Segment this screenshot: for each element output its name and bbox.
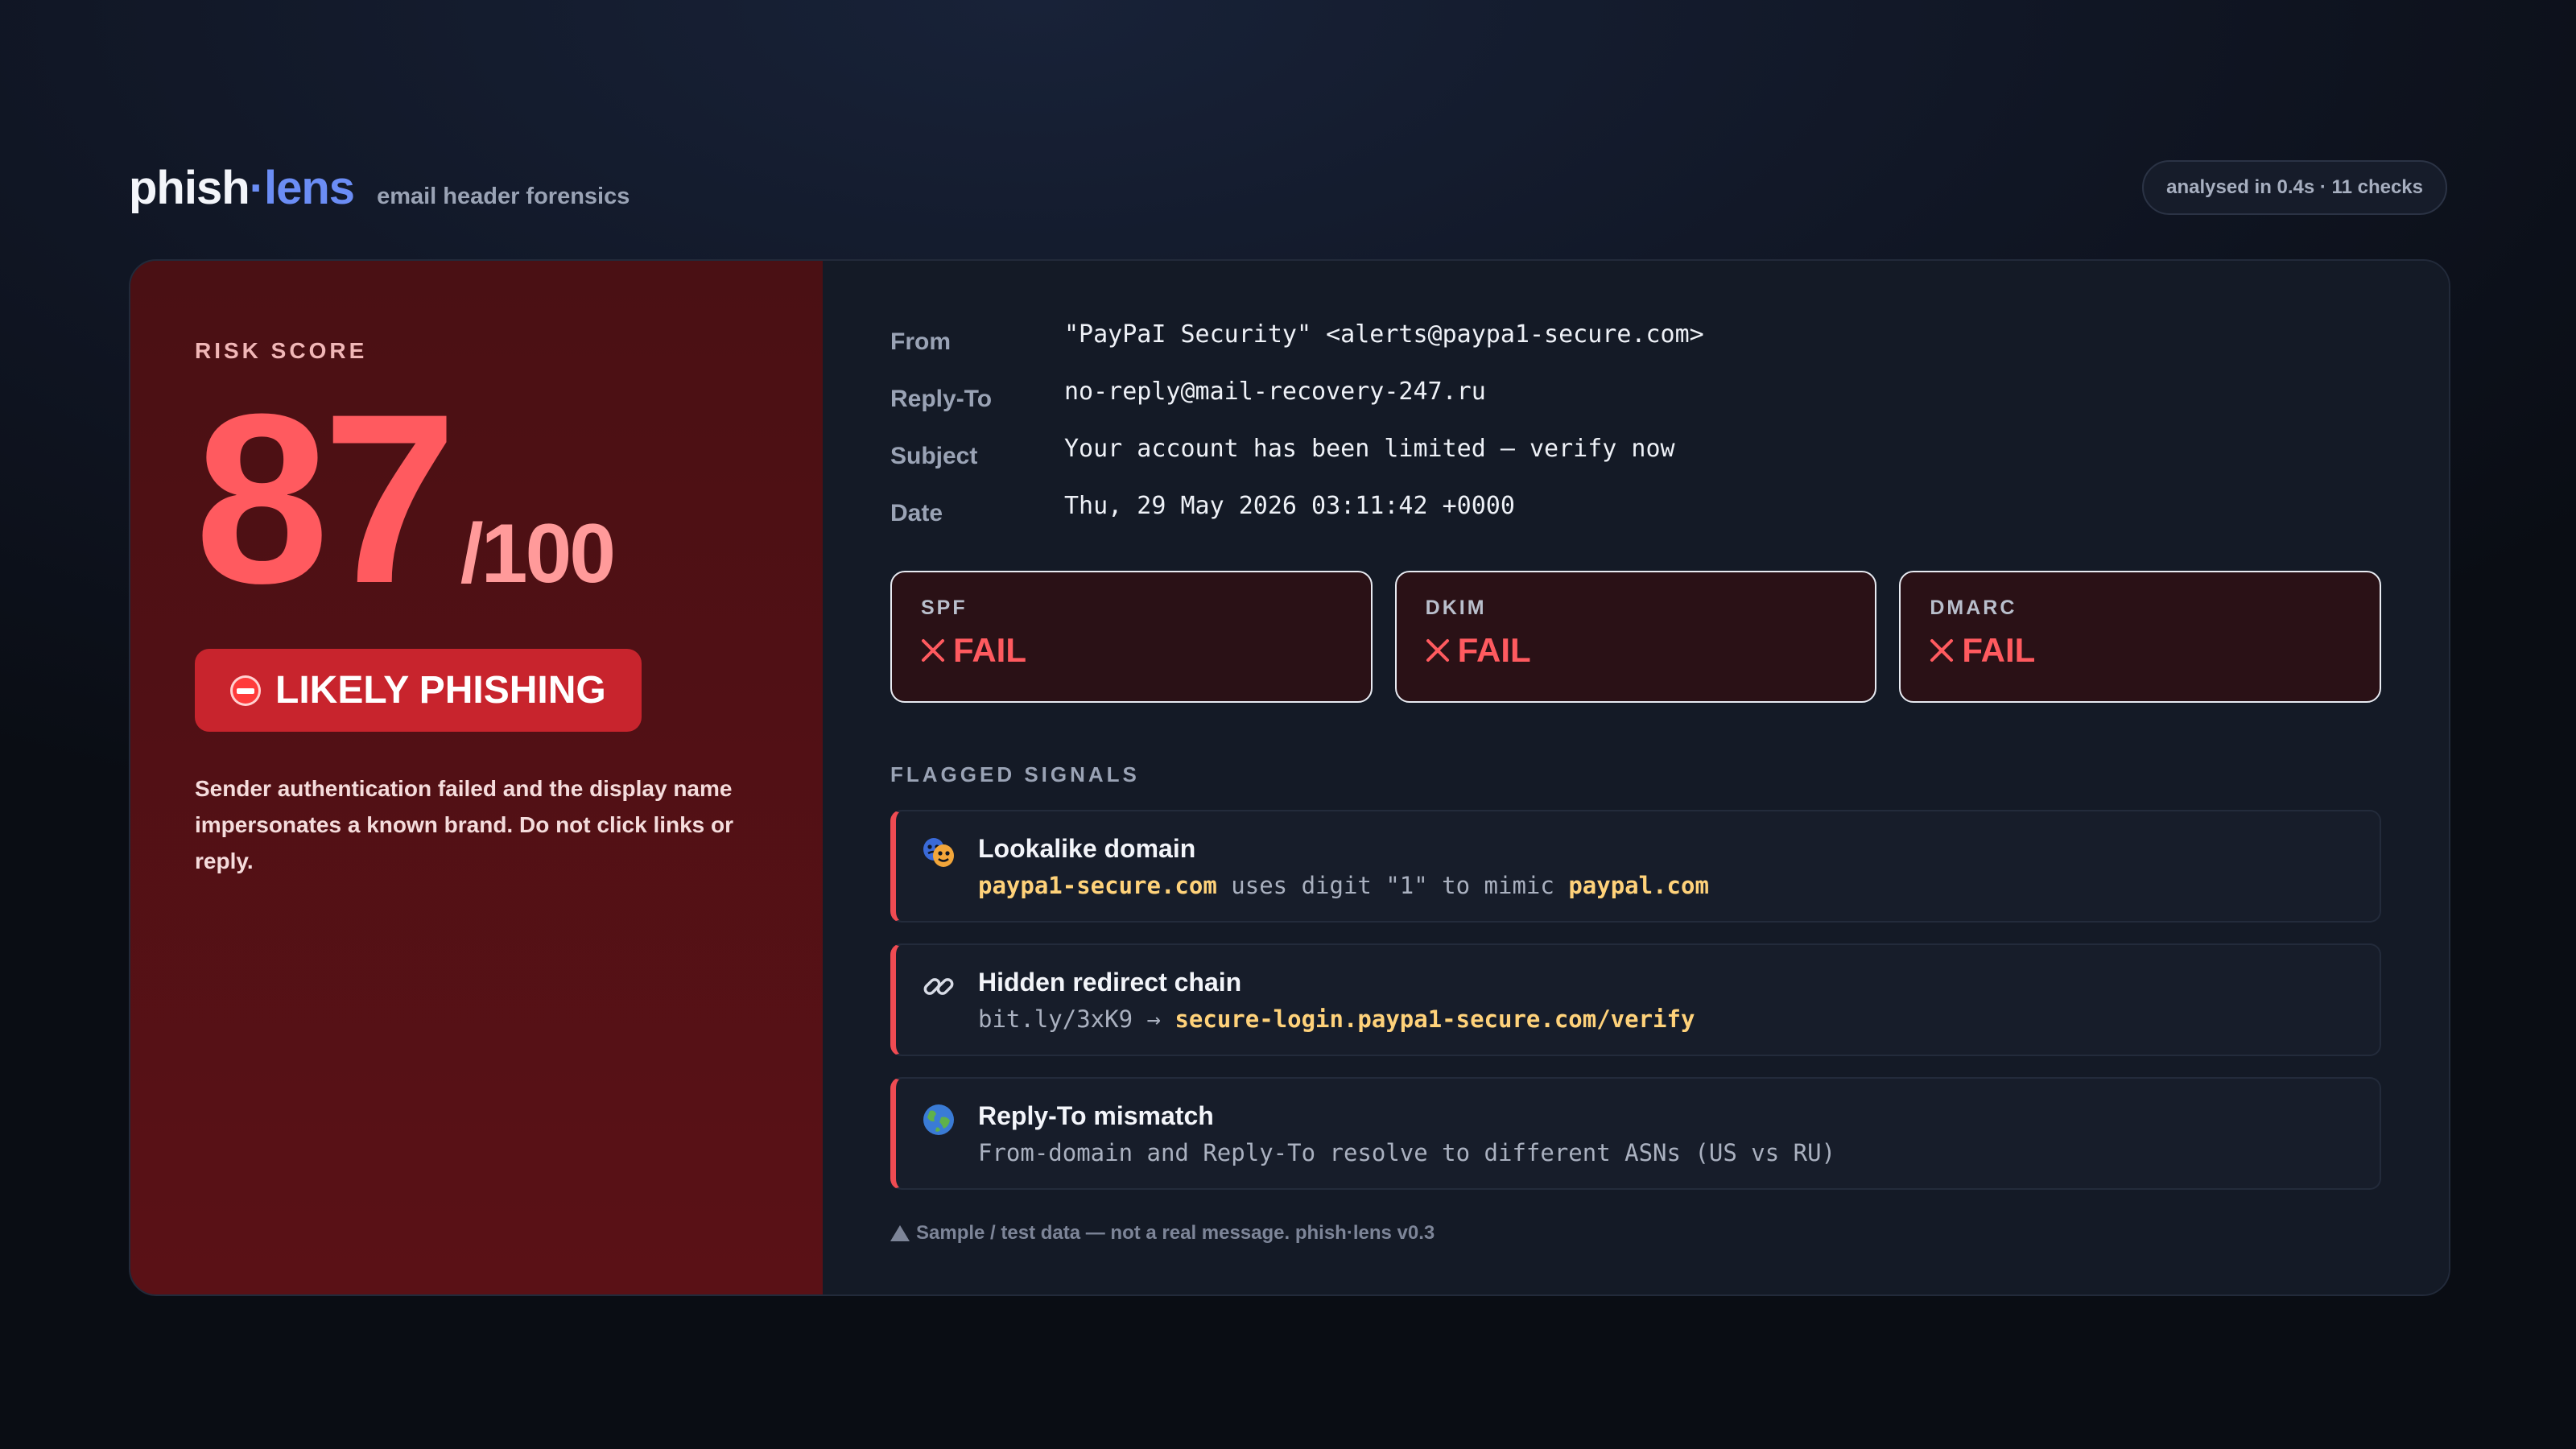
app-tagline: email header forensics: [377, 183, 630, 209]
header-key-subject: Subject: [890, 443, 978, 469]
header-fields: From "PayPaI Security" <alerts@paypa1-se…: [890, 319, 2381, 527]
header-value-from: "PayPaI Security" <alerts@paypa1-secure.…: [1064, 320, 1704, 349]
brand: phish·lens email header forensics: [129, 161, 630, 215]
details-panel: From "PayPaI Security" <alerts@paypa1-se…: [823, 261, 2449, 1294]
header-value-reply-to: no-reply@mail-recovery-247.ru: [1064, 378, 1486, 406]
signal-detail: paypa1-secure.com uses digit "1" to mimi…: [978, 869, 1709, 902]
detail-text: uses digit "1" to mimic: [1216, 872, 1569, 899]
suspicious-domain: paypa1-secure.com: [978, 872, 1217, 899]
short-url: bit.ly/3xK9 →: [978, 1005, 1175, 1033]
auth-label-dkim: DKIM: [1425, 597, 1487, 619]
header-key-from: From: [890, 328, 951, 355]
report-card: RISK SCORE 87 /100 LIKELY PHISHING Sende…: [129, 259, 2450, 1296]
verdict-badge: LIKELY PHISHING: [195, 649, 642, 732]
warning-triangle-icon: [890, 1225, 910, 1241]
header-key-reply-to: Reply-To: [890, 386, 993, 412]
no-entry-icon: [230, 675, 261, 706]
signal-title: Lookalike domain: [978, 834, 1196, 863]
auth-status-text: FAIL: [1962, 631, 2036, 669]
header-key-date: Date: [890, 500, 943, 526]
signal-body: Hidden redirect chain bit.ly/3xK9 → secu…: [978, 966, 1695, 1035]
fail-x-icon: [1930, 638, 1954, 663]
signal-body: Reply-To mismatch From-domain and Reply-…: [978, 1100, 1835, 1169]
header-value-subject: Your account has been limited — verify n…: [1064, 435, 1675, 463]
auth-status-text: FAIL: [953, 631, 1026, 669]
footnote-text: Sample / test data — not a real message.…: [916, 1222, 1435, 1244]
auth-status-dkim: FAIL: [1426, 631, 1847, 670]
signal-body: Lookalike domain paypa1-secure.com uses …: [978, 832, 1709, 902]
signal-detail: From-domain and Reply-To resolve to diff…: [978, 1139, 1836, 1166]
signal-title: Hidden redirect chain: [978, 968, 1242, 997]
signal-reply-to-mismatch[interactable]: Reply-To mismatch From-domain and Reply-…: [890, 1077, 2381, 1190]
auth-status-spf: FAIL: [921, 631, 1342, 670]
risk-score-max: /100: [460, 507, 616, 601]
flagged-signals-list: Lookalike domain paypa1-secure.com uses …: [890, 810, 2381, 1190]
fail-x-icon: [921, 638, 945, 663]
fail-x-icon: [1426, 638, 1450, 663]
signal-title: Reply-To mismatch: [978, 1101, 1214, 1130]
risk-score-label: RISK SCORE: [195, 338, 368, 363]
redirect-target-url: secure-login.paypa1-secure.com/verify: [1174, 1005, 1695, 1033]
logo-text-lens: lens: [264, 161, 355, 214]
auth-card-dkim: DKIM FAIL: [1394, 571, 1877, 703]
risk-score: 87 /100: [195, 363, 758, 634]
signal-lookalike-domain[interactable]: Lookalike domain paypa1-secure.com uses …: [890, 810, 2381, 923]
globe-icon: [920, 1101, 957, 1138]
auth-card-spf: SPF FAIL: [890, 571, 1373, 703]
link-icon: [920, 968, 957, 1005]
logo-dot: ·: [249, 161, 265, 214]
mask-icon: [920, 834, 957, 871]
analysis-meta-badge: analysed in 0.4s · 11 checks: [2142, 160, 2447, 215]
auth-label-dmarc: DMARC: [1930, 597, 2017, 619]
auth-label-spf: SPF: [921, 597, 968, 619]
footnote: Sample / test data — not a real message.…: [890, 1222, 2381, 1245]
auth-status-text: FAIL: [1457, 631, 1531, 669]
auth-card-dmarc: DMARC FAIL: [1899, 571, 2382, 703]
signal-redirect-chain[interactable]: Hidden redirect chain bit.ly/3xK9 → secu…: [890, 943, 2381, 1056]
app-logo: phish·lens: [129, 161, 355, 215]
auth-status-dmarc: FAIL: [1930, 631, 2351, 670]
auth-results: SPF FAIL DKIM FAIL DMARC FAIL: [890, 571, 2382, 703]
app-header: phish·lens email header forensics analys…: [129, 158, 2447, 217]
risk-panel: RISK SCORE 87 /100 LIKELY PHISHING Sende…: [130, 261, 823, 1294]
signal-detail: bit.ly/3xK9 → secure-login.paypa1-secure…: [978, 1003, 1695, 1035]
header-value-date: Thu, 29 May 2026 03:11:42 +0000: [1064, 492, 1515, 520]
verdict-label: LIKELY PHISHING: [275, 669, 606, 712]
legit-domain: paypal.com: [1568, 872, 1709, 899]
logo-text-phish: phish: [129, 161, 250, 214]
flagged-signals-heading: FLAGGED SIGNALS: [890, 762, 1140, 786]
risk-summary: Sender authentication failed and the dis…: [195, 776, 734, 873]
risk-score-value: 87: [195, 363, 457, 634]
